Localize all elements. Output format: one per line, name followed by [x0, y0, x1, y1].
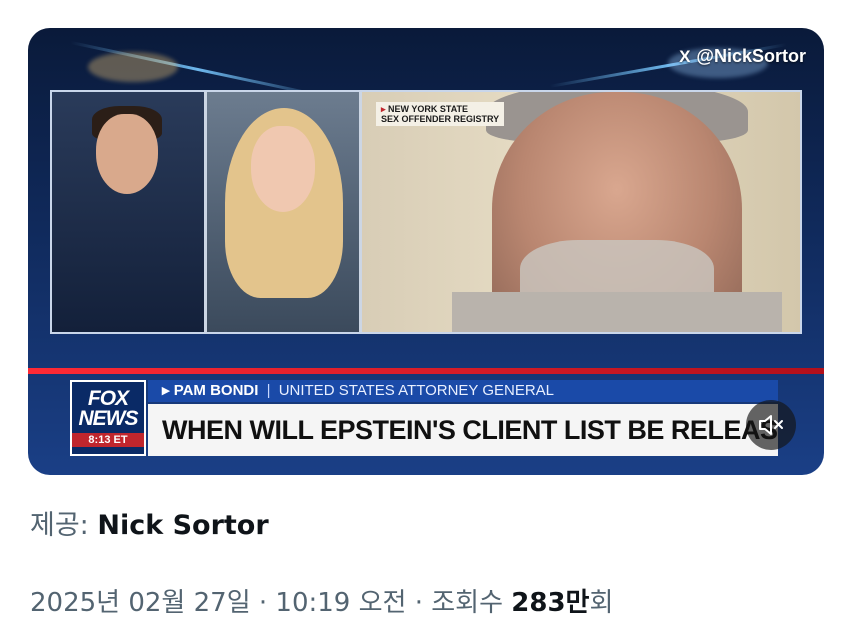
fox-news-logo: FOX NEWS 8:13 ET [70, 380, 146, 456]
host-panel [52, 92, 204, 332]
registry-label-text: NEW YORK STATE SEX OFFENDER REGISTRY [381, 104, 500, 124]
watermark: X @NickSortor [679, 46, 806, 67]
credit-author[interactable]: Nick Sortor [97, 510, 268, 541]
post-meta: 2025년 02월 27일 · 10:19 오전 · 조회수 283만회 [30, 582, 613, 619]
fox-logo-line2: NEWS [78, 407, 139, 430]
speaker-title: UNITED STATES ATTORNEY GENERAL [278, 382, 555, 399]
guest-panel [207, 92, 359, 332]
watermark-handle: @NickSortor [696, 46, 806, 66]
video-media-card[interactable]: X @NickSortor ▸ NEW YORK STATE SEX OFFEN… [28, 28, 824, 475]
video-panels: ▸ NEW YORK STATE SEX OFFENDER REGISTRY [50, 90, 802, 334]
registry-photo-panel: ▸ NEW YORK STATE SEX OFFENDER REGISTRY [362, 92, 800, 332]
fox-logo-line1: FOX [87, 387, 129, 410]
mute-button[interactable] [746, 400, 796, 450]
registry-label: ▸ NEW YORK STATE SEX OFFENDER REGISTRY [376, 102, 505, 126]
chyron: FOX NEWS 8:13 ET ▸ PAM BONDI | UNITED ST… [28, 368, 824, 475]
headline: WHEN WILL EPSTEIN'S CLIENT LIST BE RELEA… [148, 404, 778, 456]
chyron-rail [28, 368, 824, 374]
view-count: 283만 [511, 588, 590, 618]
media-credit: 제공: Nick Sortor [30, 503, 269, 542]
fox-clock: 8:13 ET [72, 433, 144, 447]
volume-muted-icon [759, 415, 783, 435]
x-logo-icon: X [679, 46, 691, 66]
view-count-suffix: 회 [589, 588, 614, 618]
post-timestamp[interactable]: 2025년 02월 27일 · 10:19 오전 · 조회수 [30, 588, 511, 618]
speaker-name: PAM BONDI [173, 382, 259, 399]
speaker-separator: | [266, 382, 271, 399]
light-glare [88, 52, 178, 82]
credit-prefix: 제공: [30, 510, 98, 541]
name-arrow-icon: ▸ [162, 382, 170, 399]
speaker-strip: ▸ PAM BONDI | UNITED STATES ATTORNEY GEN… [148, 380, 778, 402]
label-arrow-icon: ▸ [381, 104, 386, 114]
